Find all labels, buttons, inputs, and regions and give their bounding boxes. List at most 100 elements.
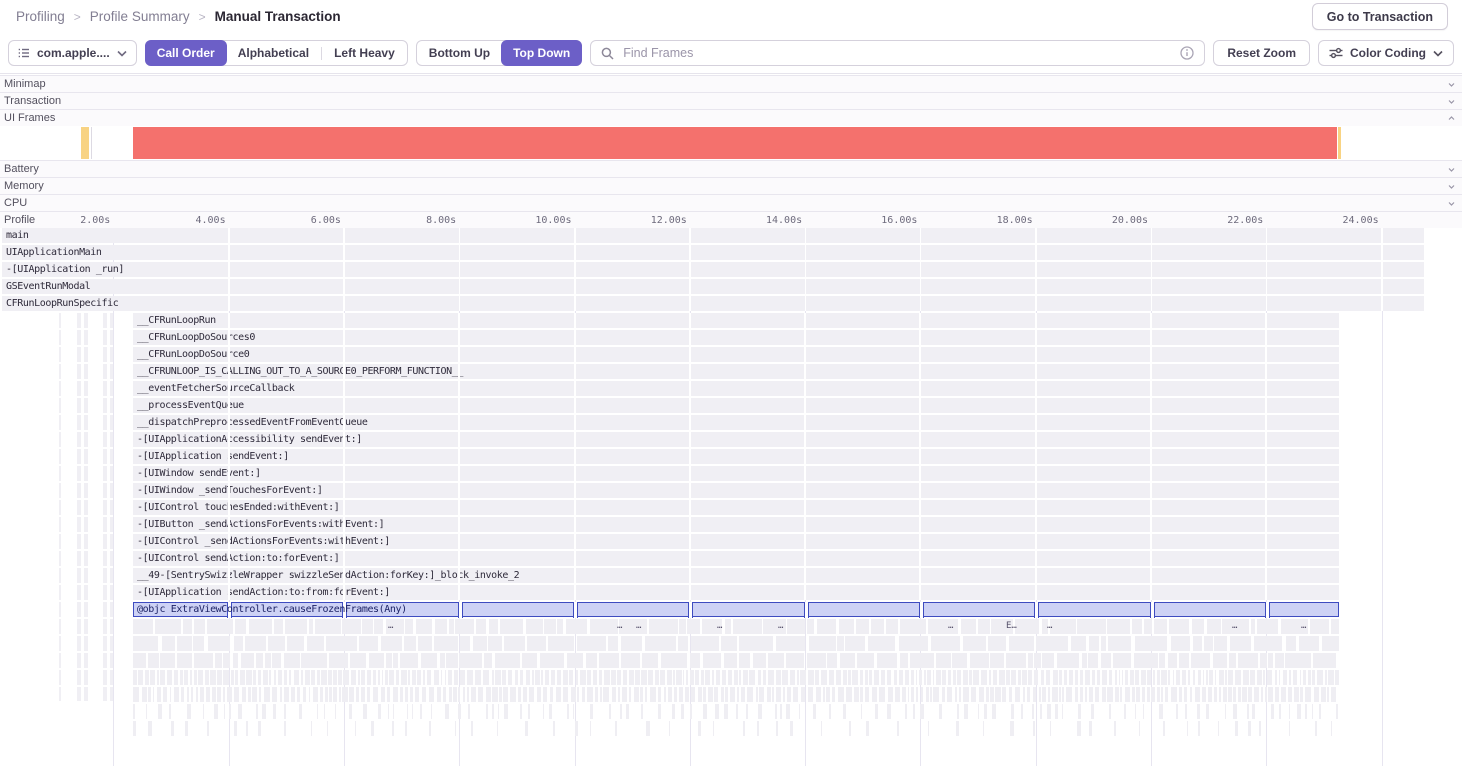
flame-frame[interactable] [1159,653,1165,668]
flame-frame[interactable] [1305,704,1307,719]
flame-frame[interactable] [1153,670,1156,685]
flame-frame[interactable] [170,687,172,702]
flame-frame[interactable] [852,670,858,685]
flame-frame[interactable] [603,687,609,702]
flame-frame[interactable] [157,670,159,685]
flame-frame[interactable] [667,670,672,685]
flame-frame[interactable] [329,653,348,668]
flame-frame[interactable] [839,619,854,634]
flame-frame[interactable] [963,670,968,685]
flame-frame[interactable] [214,704,218,719]
flame-frame[interactable] [1215,670,1217,685]
flame-frame[interactable] [421,653,437,668]
flame-frame[interactable] [600,687,602,702]
flame-frame[interactable] [615,721,616,736]
flame-frame[interactable] [227,687,231,702]
flame-frame[interactable] [525,721,528,736]
flame-frame[interactable] [681,704,684,719]
flame-frame[interactable] [441,670,443,685]
flame-frame[interactable] [431,704,432,719]
flame-frame[interactable] [238,704,242,719]
flame-frame[interactable] [854,687,859,702]
flame-frame[interactable] [1089,636,1098,651]
flame-frame[interactable] [264,687,270,702]
flame-frame[interactable] [488,636,502,651]
flame-frame[interactable] [256,653,262,668]
flame-frame[interactable] [349,704,352,719]
flame-frame[interactable] [782,670,788,685]
flame-frame[interactable]: __CFRunLoopDoSource0 [133,347,1339,362]
flame-frame[interactable] [320,687,323,702]
flame-frame[interactable] [429,721,432,736]
flame-frame[interactable] [957,704,959,719]
flame-frame[interactable] [1299,636,1319,651]
flame-frame[interactable] [556,687,561,702]
flame-frame[interactable] [725,619,731,634]
flame-frame[interactable] [848,670,850,685]
flame-frame[interactable] [342,619,361,634]
flame-frame[interactable] [415,687,419,702]
flame-frame[interactable] [471,721,473,736]
flame-frame[interactable] [1088,653,1098,668]
flame-frame[interactable] [955,687,958,702]
flame-frame[interactable] [900,619,926,634]
flame-frame[interactable] [1254,687,1258,702]
flame-frame[interactable] [673,670,675,685]
flame-frame[interactable] [988,636,1006,651]
flame-frame[interactable] [1113,653,1131,668]
flame-frame-column[interactable] [84,313,88,701]
flame-frame[interactable] [747,687,752,702]
flame-frame[interactable] [990,653,1004,668]
flame-frame[interactable] [1048,687,1050,702]
flame-frame[interactable] [1011,670,1017,685]
flame-frame[interactable] [492,670,494,685]
flame-frame[interactable] [1034,653,1040,668]
flame-frame[interactable] [716,670,720,685]
flame-frame[interactable] [832,687,835,702]
flame-frame[interactable] [857,653,875,668]
flame-frame[interactable]: CFRunLoopRunSpecific [2,296,1424,311]
flame-frame[interactable] [284,653,300,668]
flame-frame[interactable] [952,653,967,668]
flame-frame[interactable] [1064,670,1067,685]
flame-frame[interactable] [133,653,146,668]
flame-frame[interactable] [1257,619,1278,634]
flame-frame[interactable] [1055,704,1057,719]
flame-frame[interactable] [1268,653,1273,668]
flame-frame[interactable] [526,670,530,685]
flame-frame[interactable] [1315,721,1317,736]
flame-frame[interactable] [1165,687,1168,702]
flame-frame[interactable] [381,636,402,651]
flame-frame[interactable] [1261,687,1263,702]
flame-frame[interactable] [619,619,648,634]
flame-frame[interactable] [317,670,321,685]
flame-frame[interactable] [423,670,425,685]
flame-frame[interactable] [205,670,209,685]
flame-frame[interactable] [1039,687,1041,702]
flame-frame[interactable] [942,687,945,702]
flame-frame[interactable] [1289,670,1291,685]
flame-frame[interactable] [1209,670,1213,685]
flame-frame[interactable] [590,721,591,736]
flame-frame[interactable] [721,636,737,651]
flame-frame[interactable] [725,687,729,702]
flame-frame[interactable] [1184,687,1186,702]
flame-frame[interactable] [1310,619,1330,634]
flame-frame[interactable] [899,670,903,685]
flame-frame[interactable] [1053,670,1058,685]
flame-frame[interactable] [1235,721,1238,736]
flame-frame[interactable] [339,687,342,702]
flame-frame[interactable] [604,670,610,685]
flame-frame[interactable] [412,670,416,685]
flame-frame[interactable] [947,687,953,702]
flame-frame[interactable] [280,687,282,702]
flame-frame[interactable] [961,619,976,634]
flame-frame[interactable] [246,721,247,736]
flame-frame[interactable] [1179,653,1189,668]
collapse-icon[interactable] [1447,165,1456,177]
flame-frame[interactable] [258,670,262,685]
flame-frame[interactable] [1230,636,1251,651]
flame-frame[interactable] [434,636,458,651]
flame-frame[interactable] [455,619,473,634]
flame-frame[interactable] [593,670,597,685]
